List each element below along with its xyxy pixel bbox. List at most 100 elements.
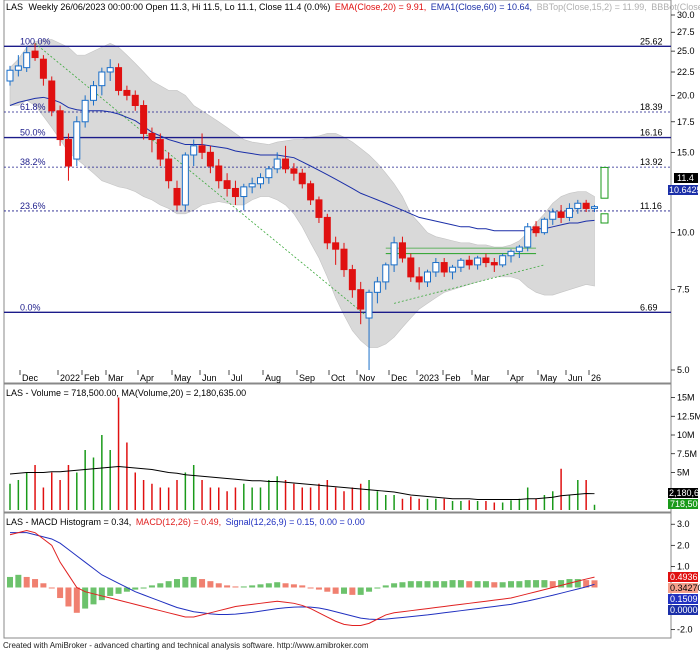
macd-header-signal: Signal(12,26,9) = 0.15, 0.00 = 0.00 <box>226 517 365 527</box>
header-symbol: LAS <box>6 2 23 12</box>
close-label: 11.4 <box>677 173 694 183</box>
candle-body <box>457 259 465 268</box>
candle-body <box>6 69 14 82</box>
candle-body <box>499 255 507 266</box>
ema-label: 10.6425 <box>669 185 700 195</box>
x-tick-label: Mar <box>108 373 124 383</box>
macd-hist-bar <box>165 581 172 588</box>
volume-panel-frame <box>3 383 672 513</box>
header-bbbot: BBBot(Close,15,2) = 7.64 <box>651 2 700 12</box>
macd-hist-bar <box>190 576 197 588</box>
macd-hist-bar <box>73 587 80 613</box>
y-tick-label: 12.5M <box>677 411 700 421</box>
macd-header-macd: MACD(12,26) = 0.49, <box>136 517 221 527</box>
candle-body <box>340 248 348 271</box>
macd-hist-bar <box>424 581 431 588</box>
candle-body <box>190 145 198 156</box>
candle-body <box>365 291 373 319</box>
macd-hist-bar <box>416 581 423 588</box>
macd-hist-bar <box>140 587 147 589</box>
candle-body <box>348 269 356 291</box>
y-tick-label: 25.0 <box>677 46 695 56</box>
macd-hist-bar <box>157 583 164 588</box>
candle-body <box>265 168 273 179</box>
candle-body <box>48 80 56 112</box>
macd-hist-bar <box>65 587 72 607</box>
candle-body <box>64 139 72 167</box>
footer-credit: Created with AmiBroker - advanced charti… <box>3 641 369 650</box>
macd-hist-bar <box>332 587 339 594</box>
x-tick-label: Apr <box>140 373 154 383</box>
candle-body <box>156 139 164 160</box>
y-tick-label: 27.5 <box>677 27 695 37</box>
candle-body <box>165 158 173 182</box>
chart-window: 100.0% 25.62 61.8% 18.39 50.0% 16.16 38.2% 13.9… <box>0 0 700 655</box>
fib-label: 38.2% <box>20 157 46 167</box>
macd-hist-bar <box>15 574 22 588</box>
y-tick-label: 20.0 <box>677 90 695 100</box>
macd-hist-bar <box>98 587 105 601</box>
x-tick-label: May <box>540 373 558 383</box>
volume-header: LAS - Volume = 718,500.00, MA(Volume,20)… <box>6 388 246 398</box>
x-tick-label: 26 <box>591 373 601 383</box>
candle-body <box>398 242 406 259</box>
macd-hist-bar <box>516 581 523 588</box>
candle-body <box>198 145 206 153</box>
chart-canvas[interactable]: 100.0% 25.6261.8% 18.3950.0% 16.1638.2% 13.9… <box>0 0 700 655</box>
macd-hist-bar <box>265 583 272 588</box>
candle-body <box>557 211 565 218</box>
macd-hist-bar <box>107 587 114 596</box>
macd-hist-bar <box>23 576 30 588</box>
macd-hist-bar <box>207 581 214 588</box>
y-tick-label: 10.0 <box>677 228 695 238</box>
macd-hist-bar <box>357 587 364 595</box>
macd-hist-bar <box>541 580 548 588</box>
candle-body <box>524 226 532 248</box>
macd-hist-bar <box>215 583 222 588</box>
macd-hist-bar <box>407 581 414 588</box>
candle-body <box>14 65 22 71</box>
candle-body <box>31 50 39 59</box>
volume-header-text: LAS - Volume = 718,500.00, MA(Volume,20)… <box>6 388 246 398</box>
y-tick-label: 2.0 <box>677 540 690 550</box>
candle-body <box>73 121 81 160</box>
candle-body <box>307 183 315 201</box>
candle-body <box>81 99 89 123</box>
x-tick-label: Aug <box>265 373 281 383</box>
candle-body <box>565 207 573 218</box>
macd-hist-bar <box>382 585 389 588</box>
x-tick-label: Mar <box>474 373 490 383</box>
x-tick-label: Dec <box>391 373 408 383</box>
header-info: Weekly 26/06/2023 00:00:00 Open 11.3, Hi… <box>29 2 331 12</box>
x-tick-label: Jun <box>568 373 583 383</box>
fib-label: 0.0% <box>20 302 41 312</box>
candle-body <box>56 110 64 141</box>
macd-value-label: 0.49361 <box>670 572 700 582</box>
y-tick-label: -2.0 <box>677 625 693 635</box>
candle-body <box>282 158 290 170</box>
candle-body <box>357 289 365 310</box>
header-ema60: EMA1(Close,60) = 10.64, <box>431 2 532 12</box>
macd-hist-bar <box>282 583 289 588</box>
y-tick-label: 15M <box>677 393 695 403</box>
macd-hist-bar <box>174 579 180 588</box>
candle-body <box>131 94 139 106</box>
macd-hist-bar <box>449 580 456 588</box>
fib-value: 13.92 <box>640 157 663 167</box>
macd-hist-bar <box>199 579 206 588</box>
candle-body <box>532 226 540 234</box>
x-tick-label: 2022 <box>60 373 80 383</box>
candle-body <box>382 264 390 283</box>
macd-hist-bar <box>491 582 498 588</box>
macd-hist-bar <box>466 581 473 588</box>
x-tick-label: Feb <box>445 373 461 383</box>
macd-hist-bar <box>132 587 139 590</box>
candle-body <box>39 58 47 79</box>
macd-hist-bar <box>391 583 398 588</box>
candle-body <box>23 52 31 69</box>
x-tick-label: Dec <box>22 373 39 383</box>
fib-value: 18.39 <box>640 102 663 112</box>
macd-hist-bar <box>499 582 506 588</box>
macd-hist-bar <box>115 587 122 594</box>
candle-body <box>215 165 223 182</box>
